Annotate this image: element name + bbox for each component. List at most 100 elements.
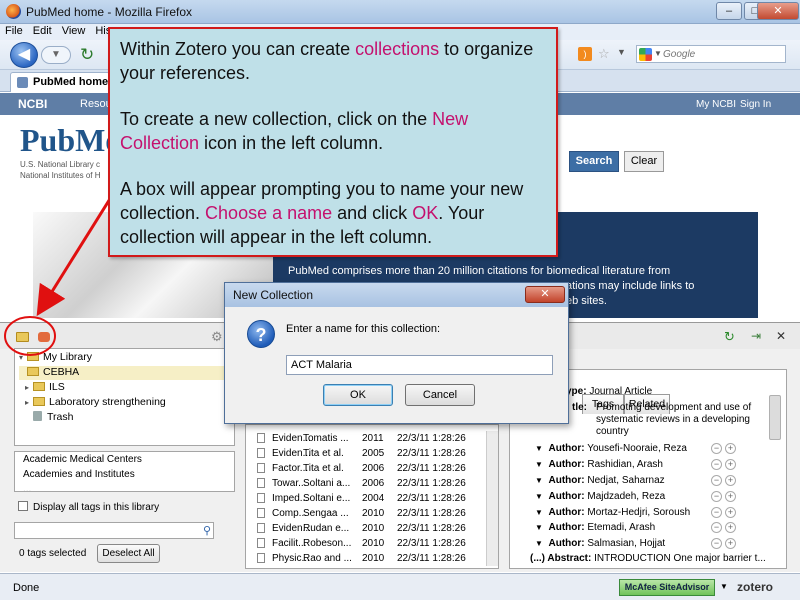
author-name[interactable]: Rashidian, Arash (587, 459, 663, 470)
author-name[interactable]: Etemadi, Arash (587, 522, 655, 533)
items-scrollbar[interactable] (486, 431, 498, 566)
pubmed-logo[interactable]: PubMe (20, 122, 120, 159)
title-line[interactable]: systematic reviews in a developing (596, 414, 750, 425)
ok-button[interactable]: OK (323, 384, 393, 406)
add-icon[interactable]: + (725, 538, 736, 549)
twisty-icon[interactable]: ▸ (25, 398, 33, 407)
document-icon (257, 523, 265, 533)
back-button[interactable]: ◀ (10, 42, 38, 68)
google-icon[interactable] (639, 48, 652, 61)
forward-dropdown-button[interactable]: ▼ (41, 46, 71, 64)
gear-icon[interactable]: ⚙ (211, 329, 223, 345)
item-year: 2010 (362, 508, 385, 519)
ncbi-logo[interactable]: NCBI (18, 97, 47, 111)
checkbox-icon[interactable] (18, 501, 28, 511)
collection-ils[interactable]: ▸ ILS (25, 381, 65, 395)
mcafee-siteadvisor-button[interactable]: McAfee SiteAdvisor (619, 579, 715, 596)
twisty-icon[interactable]: ▾ (19, 353, 27, 362)
add-icon[interactable]: + (725, 443, 736, 454)
cancel-button[interactable]: Cancel (405, 384, 475, 406)
field-label: tle: (572, 402, 587, 413)
fullscreen-icon[interactable]: ⇥ (751, 329, 761, 343)
remove-icon[interactable]: − (711, 443, 722, 454)
table-row[interactable]: Towar... Soltani a... 2006 22/3/11 1:28:26 (246, 476, 486, 491)
title-line[interactable]: country (596, 426, 629, 437)
search-input[interactable] (663, 47, 783, 61)
table-row[interactable]: Facilit... Robeson... 2010 22/3/11 1:28:26 (246, 536, 486, 551)
menu-edit[interactable]: Edit (28, 24, 57, 38)
chevron-down-icon[interactable]: ▼ (720, 582, 728, 591)
menu-file[interactable]: File (0, 24, 28, 38)
sync-icon[interactable]: ↻ (724, 329, 735, 345)
zotero-close-icon[interactable]: ✕ (776, 329, 786, 343)
pubmed-search-button[interactable]: Search (569, 151, 619, 172)
remove-icon[interactable]: − (711, 507, 722, 518)
chevron-down-icon[interactable]: ▼ (535, 539, 543, 548)
tag-item[interactable]: ... (15, 482, 234, 491)
table-row[interactable]: Physic... Rao and ... 2010 22/3/11 1:28:26 (246, 551, 486, 566)
search-bar[interactable]: ▼ (636, 45, 786, 63)
search-engine-dropdown-icon[interactable]: ▼ (654, 49, 662, 58)
item-type-value[interactable]: Journal Article (589, 386, 652, 397)
add-icon[interactable]: + (725, 522, 736, 533)
author-name[interactable]: Yousefi-Nooraie, Reza (587, 443, 687, 454)
add-icon[interactable]: + (725, 491, 736, 502)
collection-laboratory-strengthening[interactable]: ▸ Laboratory strengthening (25, 396, 166, 410)
chevron-down-icon[interactable]: ▼ (535, 476, 543, 485)
reload-icon[interactable]: ↻ (80, 45, 94, 65)
new-collection-icon[interactable] (16, 332, 29, 342)
author-name[interactable]: Nedjat, Saharnaz (587, 475, 664, 486)
display-all-tags-checkbox[interactable]: Display all tags in this library (18, 501, 159, 513)
minimize-button[interactable]: – (716, 2, 742, 20)
remove-icon[interactable]: − (711, 538, 722, 549)
title-line[interactable]: Promoting development and use of (596, 402, 751, 413)
collection-cebha[interactable]: CEBHA (19, 366, 234, 380)
author-row: ▼ Author: Mortaz-Hedjri, Soroush (535, 507, 690, 518)
tag-item[interactable]: Academic Medical Centers (15, 452, 234, 467)
remove-icon[interactable]: − (711, 459, 722, 470)
add-icon[interactable]: + (725, 459, 736, 470)
dialog-close-button[interactable]: ✕ (525, 286, 565, 303)
twisty-icon[interactable]: ▸ (25, 383, 33, 392)
author-name[interactable]: Salmasian, Hojjat (587, 538, 665, 549)
table-row[interactable]: Eviden... Tomatis ... 2011 22/3/11 1:28:26 (246, 431, 486, 446)
abstract-value[interactable]: INTRODUCTION One major barrier t... (594, 553, 766, 564)
collection-trash[interactable]: Trash (33, 411, 73, 425)
tag-item[interactable]: Academies and Institutes (15, 467, 234, 482)
my-ncbi-link[interactable]: My NCBI (696, 99, 736, 110)
table-row[interactable]: Imped... Soltani e... 2004 22/3/11 1:28:26 (246, 491, 486, 506)
item-date: 22/3/11 1:28:26 (397, 493, 466, 504)
new-group-icon[interactable] (38, 332, 50, 342)
remove-icon[interactable]: − (711, 475, 722, 486)
tag-filter-input[interactable] (14, 522, 214, 539)
table-row[interactable]: Factor... Tita et al. 2006 22/3/11 1:28:26 (246, 461, 486, 476)
table-row[interactable]: Eviden... Tita et al. 2005 22/3/11 1:28:26 (246, 446, 486, 461)
close-window-button[interactable]: ✕ (757, 2, 799, 20)
deselect-all-button[interactable]: Deselect All (97, 544, 160, 563)
rss-feed-icon[interactable]: ) (578, 47, 592, 61)
author-name[interactable]: Majdzadeh, Reza (587, 491, 665, 502)
chevron-down-icon[interactable]: ▼ (535, 460, 543, 469)
chevron-down-icon[interactable]: ▼ (535, 444, 543, 453)
chevron-down-icon[interactable]: ▼ (535, 492, 543, 501)
table-row[interactable]: Comp... Sengaa ... 2010 22/3/11 1:28:26 (246, 506, 486, 521)
author-row: ▼ Author: Nedjat, Saharnaz (535, 475, 665, 486)
info-scrollbar[interactable] (769, 395, 781, 440)
sign-in-link[interactable]: Sign In (740, 99, 771, 110)
menu-view[interactable]: View (57, 24, 91, 38)
url-dropdown-icon[interactable]: ▼ (617, 47, 626, 57)
remove-icon[interactable]: − (711, 491, 722, 502)
pubmed-clear-button[interactable]: Clear (624, 151, 664, 172)
author-name[interactable]: Mortaz-Hedjri, Soroush (587, 507, 690, 518)
table-row[interactable]: Eviden... Rudan e... 2010 22/3/11 1:28:26 (246, 521, 486, 536)
tab-pubmed-home[interactable]: PubMed home (10, 72, 110, 92)
add-icon[interactable]: + (725, 475, 736, 486)
bookmark-star-icon[interactable]: ☆ (598, 46, 610, 62)
chevron-down-icon[interactable]: ▼ (535, 523, 543, 532)
chevron-down-icon[interactable]: ▼ (535, 508, 543, 517)
collection-name-input[interactable] (286, 355, 553, 375)
add-icon[interactable]: + (725, 507, 736, 518)
remove-icon[interactable]: − (711, 522, 722, 533)
collection-my-library[interactable]: ▾ My Library (19, 351, 234, 365)
zotero-status-button[interactable]: zotero (737, 580, 773, 594)
